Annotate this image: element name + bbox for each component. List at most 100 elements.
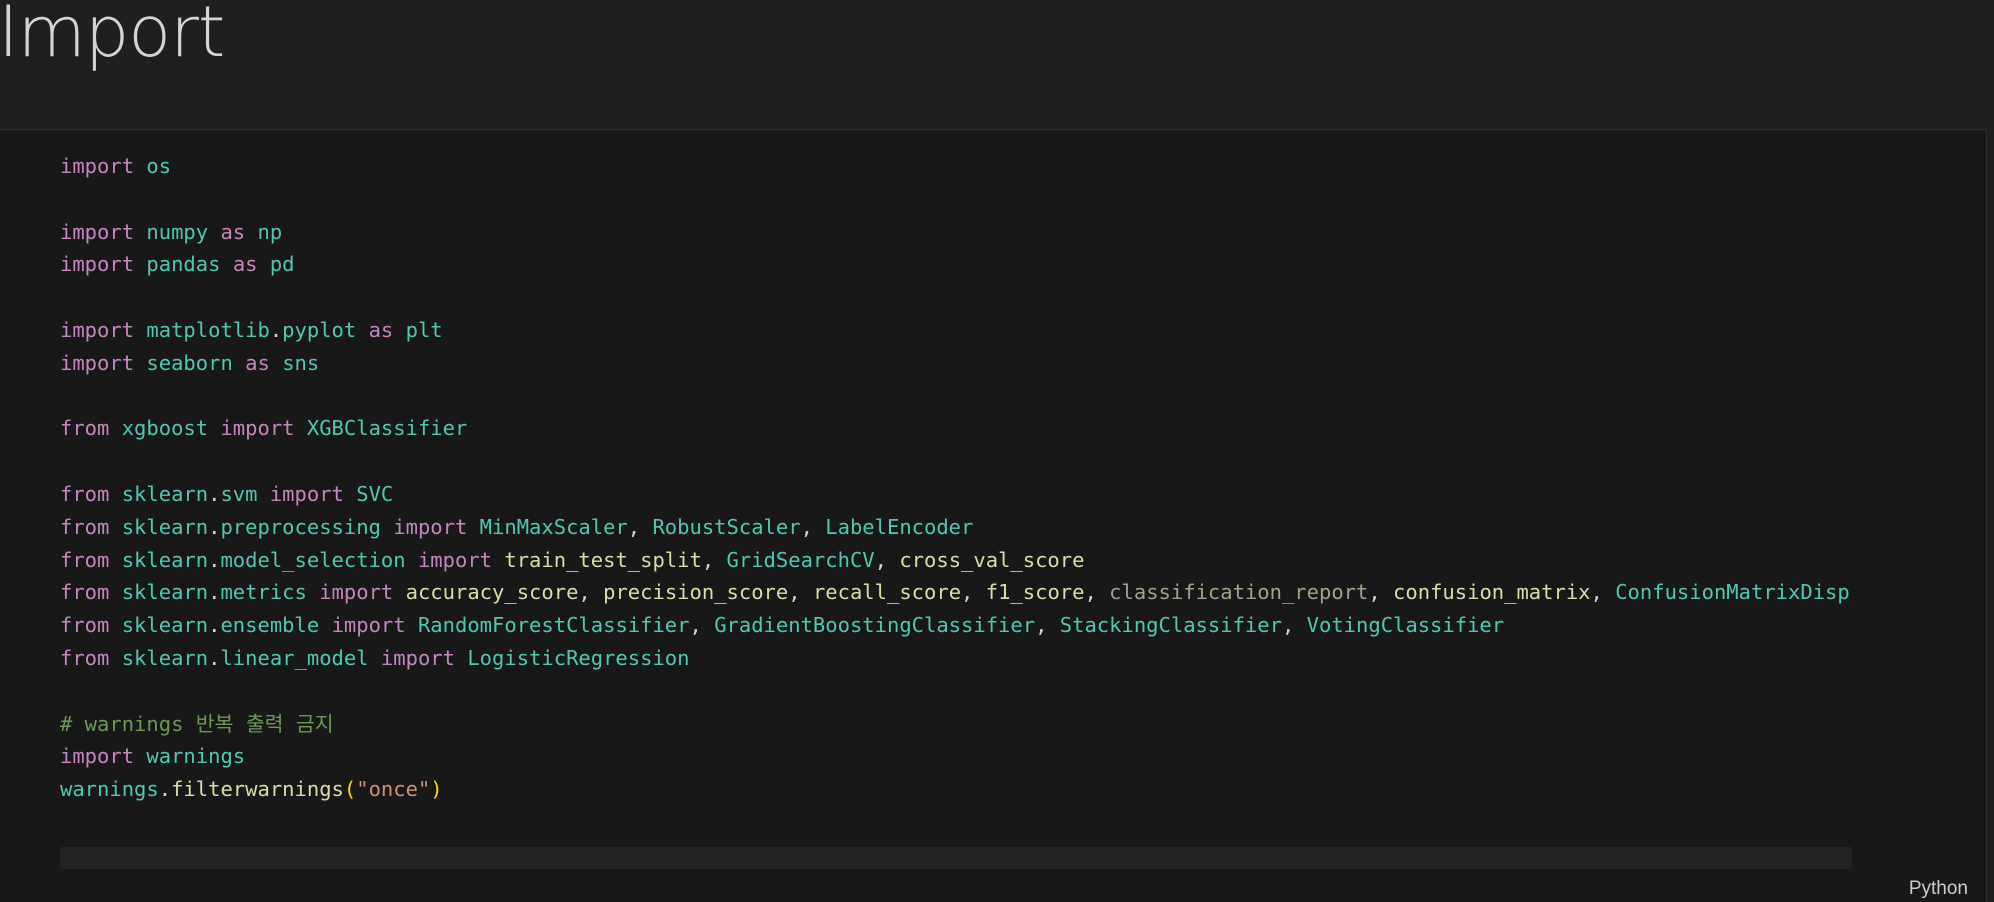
- code-token: import: [319, 580, 394, 605]
- code-line: warnings.filterwarnings("once"): [60, 773, 1850, 806]
- code-token: np: [257, 219, 283, 244]
- code-token: import: [393, 514, 468, 539]
- code-token: (: [343, 777, 357, 802]
- code-line: import matplotlib.pyplot as plt: [60, 314, 1850, 347]
- code-token: os: [146, 154, 172, 178]
- code-token: recall_score: [812, 580, 962, 605]
- code-token: filterwarnings: [171, 777, 344, 802]
- code-token: plt: [405, 317, 443, 342]
- code-token: ): [430, 777, 443, 802]
- notebook-page: Import import os import numpy as np impor…: [0, 0, 1994, 902]
- code-token: xgboost: [121, 416, 209, 441]
- code-token: from: [60, 547, 110, 572]
- code-line: from sklearn.ensemble import RandomFores…: [60, 609, 1850, 642]
- code-line: import numpy as np: [60, 216, 1850, 249]
- code-line: from sklearn.linear_model import Logisti…: [60, 642, 1850, 675]
- code-token: from: [60, 416, 110, 441]
- code-token: ,: [1590, 580, 1616, 605]
- code-token: import: [60, 154, 135, 178]
- code-token: as: [245, 350, 270, 375]
- code-token: precision_score: [603, 580, 789, 605]
- code-token: sklearn: [121, 580, 209, 605]
- code-token: from: [60, 580, 110, 605]
- code-token: preprocessing: [220, 514, 381, 539]
- code-token: ,: [1368, 580, 1394, 605]
- code-cell[interactable]: import os import numpy as np import panda…: [0, 129, 1987, 902]
- code-token: .: [158, 777, 172, 802]
- code-line: from sklearn.model_selection import trai…: [60, 544, 1850, 577]
- code-token: .: [208, 645, 221, 670]
- code-line: from sklearn.preprocessing import MinMax…: [60, 511, 1850, 544]
- cell-language-label[interactable]: Python: [1909, 878, 1968, 900]
- code-token: import: [60, 317, 135, 342]
- code-line: from sklearn.metrics import accuracy_sco…: [60, 576, 1850, 609]
- code-token: classification_report: [1109, 580, 1369, 605]
- code-token: as: [220, 219, 246, 244]
- code-token: warnings: [60, 777, 159, 802]
- code-token: ,: [961, 580, 986, 605]
- code-token: sklearn: [121, 613, 209, 638]
- code-token: ,: [1084, 580, 1110, 605]
- code-line: import warnings: [60, 740, 1850, 773]
- code-token: f1_score: [985, 580, 1085, 605]
- code-token: metrics: [220, 580, 307, 605]
- code-token: as: [232, 252, 258, 277]
- code-token: import: [269, 481, 344, 506]
- code-token: LogisticRegression: [467, 645, 690, 670]
- code-token: RobustScaler: [652, 514, 801, 539]
- code-token: accuracy_score: [405, 580, 579, 605]
- current-line-highlight: [60, 847, 1852, 869]
- code-token: linear_model: [220, 645, 369, 670]
- code-token: train_test_split: [504, 547, 702, 572]
- code-editor[interactable]: import os import numpy as np import panda…: [60, 150, 1850, 806]
- code-token: svm: [220, 481, 258, 506]
- code-token: GradientBoostingClassifier: [714, 613, 1036, 638]
- code-token: GridSearchCV: [726, 547, 875, 572]
- code-token: .: [208, 481, 221, 506]
- code-token: from: [60, 613, 110, 638]
- code-token: .: [208, 580, 221, 605]
- code-token: ,: [1281, 613, 1307, 638]
- code-token: .: [208, 547, 221, 572]
- code-token: sklearn: [121, 481, 209, 506]
- code-token: MinMaxScaler: [479, 514, 628, 539]
- code-token: import: [60, 252, 135, 277]
- code-line: import seaborn as sns: [60, 347, 1850, 380]
- code-token: import: [331, 613, 406, 638]
- code-token: .: [208, 514, 221, 539]
- code-token: ConfusionMatrixDisp: [1615, 580, 1850, 605]
- code-token: ,: [788, 580, 813, 605]
- code-token: XGBClassifier: [306, 416, 468, 441]
- code-token: VotingClassifier: [1306, 613, 1505, 638]
- code-token: SVC: [356, 481, 394, 506]
- code-token: .: [208, 613, 221, 638]
- code-line: import os: [60, 150, 1850, 183]
- code-token: ,: [578, 580, 604, 605]
